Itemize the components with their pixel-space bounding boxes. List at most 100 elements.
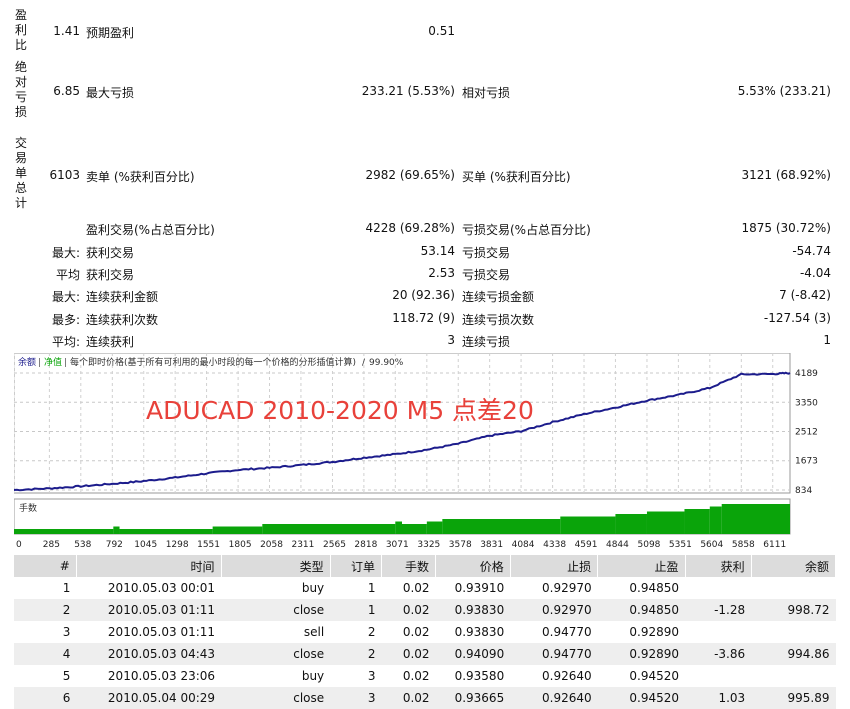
column-header: 价格	[435, 555, 511, 577]
table-cell: 4	[14, 643, 77, 665]
loss-trades-value: 1875 (30.72%)	[741, 221, 831, 235]
table-cell: 0.94090	[435, 643, 511, 665]
volume-bar	[684, 509, 710, 534]
legend-equity: 净值	[44, 356, 62, 368]
stat-row-left-value: 118.72 (9)	[392, 311, 455, 325]
table-row: 4 2010.05.03 04:43 close 2 0.02 0.94090 0.9477…	[14, 643, 836, 665]
volume-bar	[721, 504, 790, 534]
table-cell: 994.86	[751, 643, 836, 665]
table-cell: 2010.05.03 01:11	[107, 625, 216, 639]
expected-payoff-label: 预期盈利	[86, 26, 135, 40]
table-cell: -1.28	[685, 599, 752, 621]
table-cell: 0.92890	[629, 625, 680, 639]
stat-row-right-label: 连续亏损	[462, 335, 511, 349]
relative-dd-label: 相对亏损	[462, 86, 511, 100]
column-header: 订单	[330, 555, 382, 577]
column-header: 止盈	[597, 555, 686, 577]
x-tick-label: 3578	[449, 540, 472, 549]
stat-row-left-value: 53.14	[420, 244, 455, 258]
relative-dd-value: 5.53% (233.21)	[737, 84, 831, 98]
profit-factor-label: 盈利比	[14, 8, 27, 52]
stat-row-right-label: 连续亏损金额	[462, 290, 535, 304]
volume-bar	[560, 516, 616, 534]
y-tick-label: 2512	[795, 427, 818, 437]
table-cell: 0.92970	[510, 599, 598, 621]
table-cell: 0.02	[402, 581, 430, 595]
table-cell	[685, 577, 751, 599]
table-cell: 3	[62, 625, 71, 639]
table-cell: 2	[330, 643, 382, 665]
long-trades-label: 买单 (%获利百分比)	[462, 170, 571, 184]
stat-row-right-value: -127.54 (3)	[763, 311, 831, 325]
x-tick-label: 2058	[260, 540, 283, 549]
short-trades-value: 2982 (69.65%)	[365, 168, 455, 182]
table-cell: 1	[62, 581, 71, 595]
table-cell: 2	[367, 625, 376, 639]
table-cell: -3.86	[685, 643, 752, 665]
stat-row-right-value: -4.04	[799, 266, 831, 280]
expected-payoff-value: 0.51	[428, 24, 455, 38]
table-cell: buy	[301, 669, 325, 683]
volume-bar	[709, 506, 722, 534]
x-tick-label: 5098	[638, 540, 661, 549]
deals-table: # 时间 类型 订单 手数 价格 止损 止盈 获利 余额 1 2010.05.03 00:01 buy…	[14, 555, 837, 709]
column-header: 类型	[221, 555, 331, 577]
stat-row-left-value: 3	[447, 333, 455, 347]
table-cell: 2010.05.03 01:11	[76, 599, 222, 621]
table-cell: 0.93830	[454, 625, 505, 639]
y-tick-label: 3350	[795, 398, 818, 408]
stat-row-right-value: 1	[823, 333, 831, 347]
volume-bar	[426, 521, 443, 534]
stat-row-prefix: 平均:	[51, 335, 80, 349]
y-tick-label: 834	[795, 486, 812, 496]
column-header: 获利	[685, 555, 752, 577]
stat-row-prefix: 最多:	[51, 313, 80, 327]
table-cell: 2010.05.03 00:01	[107, 581, 216, 595]
long-trades-value: 3121 (68.92%)	[741, 168, 831, 182]
table-cell: 0.92640	[542, 669, 592, 683]
table-cell: 0.92890	[597, 643, 686, 665]
table-cell	[751, 621, 835, 643]
table-row: 3 2010.05.03 01:11 sell 2 0.02 0.93830 0.94770…	[14, 621, 836, 643]
x-tick-label: 5604	[700, 540, 723, 549]
table-cell: 0.93910	[454, 581, 505, 595]
volume-bar	[442, 519, 561, 534]
table-cell: 0.94850	[597, 599, 686, 621]
legend-quality: 99.90%	[369, 358, 404, 368]
x-tick-label: 4844	[606, 540, 629, 549]
table-cell: 2	[14, 599, 77, 621]
legend-model: 每个即时价格(基于所有可利用的最小时段的每一个价格的分形插值计算)	[70, 356, 356, 368]
table-cell: 0.93580	[454, 669, 505, 683]
x-tick-label: 2818	[354, 540, 377, 549]
stat-row-left-label: 获利交易	[86, 246, 135, 260]
volume-bar	[646, 511, 685, 534]
y-tick-label: 1673	[795, 457, 818, 467]
x-tick-label: 285	[43, 540, 60, 549]
absolute-dd-value: 6.85	[53, 84, 80, 98]
y-tick-label: 4189	[795, 369, 818, 379]
table-cell: 0.94520	[629, 669, 680, 683]
volume-label: 手数	[19, 502, 37, 514]
stat-row-left-label: 连续获利次数	[86, 313, 159, 327]
x-tick-label: 4084	[512, 540, 535, 549]
loss-trades-label: 亏损交易(%占总百分比)	[462, 223, 591, 237]
volume-bar	[402, 524, 427, 534]
stat-row-right-value: 7 (-8.42)	[779, 288, 831, 302]
column-header: 手数	[381, 555, 437, 577]
table-cell: 0.92970	[542, 581, 592, 595]
svg-text:|: |	[38, 358, 41, 368]
x-tick-label: 1551	[197, 540, 220, 549]
x-tick-label: 4591	[575, 540, 598, 549]
table-cell	[751, 665, 835, 687]
stat-row-prefix: 最大:	[51, 290, 80, 304]
column-header: 止损	[510, 555, 599, 577]
stat-row-prefix: 平均	[55, 268, 80, 282]
x-tick-label: 2311	[291, 540, 314, 549]
volume-bar	[113, 526, 120, 534]
table-cell: 1	[330, 599, 382, 621]
max-dd-value: 233.21 (5.53%)	[361, 84, 455, 98]
profit-factor-value: 1.41	[53, 24, 80, 38]
total-trades-label: 交易单总计	[14, 136, 27, 210]
table-cell	[685, 665, 751, 687]
x-tick-label: 1298	[166, 540, 189, 549]
